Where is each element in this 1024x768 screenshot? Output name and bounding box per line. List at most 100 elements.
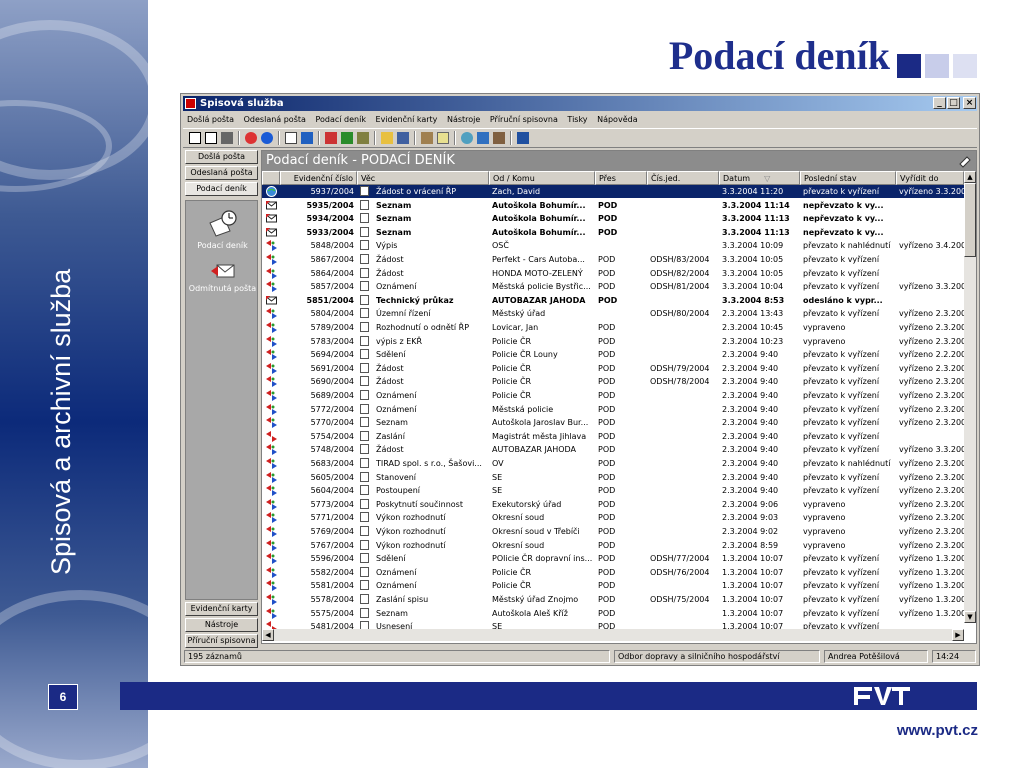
receive-icon[interactable]	[341, 132, 353, 144]
cell-cis-jed: ODSH/83/2004	[650, 255, 710, 264]
horizontal-scrollbar[interactable]: ◀ ▶	[262, 629, 964, 641]
menu-item-prirucni-spisovna[interactable]: Příruční spisovna	[490, 115, 558, 124]
table-row[interactable]: 5933/2004 Seznam Autoškola Bohumír... POD 3.…	[262, 226, 964, 239]
table-row[interactable]: 5867/2004 Žádost Perfekt - Cars Autoba... P…	[262, 253, 964, 266]
table-row[interactable]: 5754/2004 Zaslání Magistrát města Jihlava P…	[262, 430, 964, 443]
sidebar-button-odeslana-posta[interactable]: Odeslaná pošta	[185, 166, 258, 180]
send-icon[interactable]	[325, 132, 337, 144]
table-row[interactable]: 5604/2004 Postoupení SE POD 2.3.2004 9:40 pře…	[262, 484, 964, 497]
table-row[interactable]: 5596/2004 Sdělení POlicie ČR dopravní ins.…	[262, 552, 964, 565]
table-row[interactable]: 5691/2004 Žádost Policie ČR POD ODSH/79/2004…	[262, 362, 964, 375]
list-view-icon[interactable]	[189, 132, 201, 144]
detail-view-icon[interactable]	[205, 132, 217, 144]
book-icon[interactable]	[493, 132, 505, 144]
table-row[interactable]: 5857/2004 Oznámení Městská policie Bystřic…	[262, 280, 964, 293]
website-url[interactable]: www.pvt.cz	[897, 722, 978, 739]
menu-item-dosla-posta[interactable]: Došlá pošta	[187, 115, 234, 124]
table-row[interactable]: 5789/2004 Rozhodnutí o odnětí ŘP Lovicar, …	[262, 321, 964, 334]
open-folder-icon[interactable]	[381, 132, 393, 144]
table-row[interactable]: 5864/2004 Žádost HONDA MOTO-ZELENÝ POD ODSH/…	[262, 267, 964, 280]
sidebar-button-evidencni-karty[interactable]: Evidenční karty	[185, 602, 258, 616]
table-row[interactable]: 5935/2004 Seznam Autoškola Bohumír... POD 3.…	[262, 199, 964, 212]
table-row[interactable]: 5783/2004 výpis z EKŘ Policie ČR POD 2.3.200…	[262, 335, 964, 348]
properties-icon[interactable]	[421, 132, 433, 144]
scroll-down-arrow[interactable]: ▼	[964, 611, 976, 623]
table-row[interactable]: 5769/2004 Výkon rozhodnutí Okresní soud v …	[262, 525, 964, 538]
table-row[interactable]: 5605/2004 Stanovení SE POD 2.3.2004 9:40 přev…	[262, 471, 964, 484]
table-row[interactable]: 5773/2004 Poskytnutí součinnost Exekutorsk…	[262, 498, 964, 511]
menu-item-evidencni-karty[interactable]: Evidenční karty	[376, 115, 438, 124]
table-row[interactable]: 5689/2004 Oznámení Policie ČR POD 2.3.2004 9…	[262, 389, 964, 402]
close-button[interactable]: ×	[963, 97, 976, 109]
menu-item-tisky[interactable]: Tisky	[567, 115, 587, 124]
table-row[interactable]: 5767/2004 Výkon rozhodnutí Okresní soud POD…	[262, 539, 964, 552]
table-row[interactable]: 5770/2004 Seznam Autoškola Jaroslav Bur...…	[262, 416, 964, 429]
print-icon[interactable]	[357, 132, 369, 144]
sidebar-button-podaci-denik[interactable]: Podací deník	[185, 182, 258, 196]
title-square-dark	[897, 54, 921, 78]
column-header-pres[interactable]: Přes	[595, 171, 647, 185]
sidebar-item-odmitnuta-posta[interactable]: Odmítnutá pošta	[186, 284, 259, 293]
rejected-mail-icon[interactable]	[211, 263, 235, 279]
sidebar-button-dosla-posta[interactable]: Došlá pošta	[185, 150, 258, 164]
sidebar-item-podaci-denik[interactable]: Podací deník	[186, 241, 259, 250]
table-row[interactable]: 5851/2004 Technický průkaz AUTOBAZAR JAHOD…	[262, 294, 964, 307]
table-row[interactable]: 5690/2004 Žádost Policie ČR POD ODSH/78/2004…	[262, 375, 964, 388]
clock-letter-icon[interactable]	[208, 209, 238, 237]
table-row[interactable]: 5848/2004 Výpis OSČ 3.3.2004 10:09 převzato …	[262, 239, 964, 252]
cell-vyridit-do: vyřízeno 2.3.2004	[899, 363, 964, 373]
column-header-vec[interactable]: Věc	[357, 171, 489, 185]
document-icon	[360, 281, 369, 292]
search-icon[interactable]	[477, 132, 489, 144]
cell-od-komu: AUTOBAZAR JAHODA	[492, 295, 586, 305]
settings-icon[interactable]	[958, 154, 972, 168]
new-document-icon[interactable]	[285, 132, 297, 144]
table-row[interactable]: 5804/2004 Územní řízení Městský úřad ODSH/8…	[262, 307, 964, 320]
vertical-scroll-thumb[interactable]	[964, 183, 976, 257]
globe-icon[interactable]	[245, 132, 257, 144]
column-header-icon[interactable]	[262, 171, 280, 185]
notes-icon[interactable]	[437, 132, 449, 144]
window-titlebar[interactable]: Spisová služba _ □ ×	[183, 96, 977, 111]
transfer-arrows-icon	[266, 417, 277, 429]
exit-icon[interactable]	[517, 132, 529, 144]
table-row[interactable]: 5772/2004 Oznámení Městská policie POD 2.3.2…	[262, 403, 964, 416]
save-icon[interactable]	[301, 132, 313, 144]
menu-item-nastroje[interactable]: Nástroje	[447, 115, 480, 124]
table-row[interactable]: 5575/2004 Seznam Autoškola Aleš Kříž POD 1.3…	[262, 607, 964, 620]
table-row[interactable]: 5683/2004 TIRAD spol. s r.o., Šašovi... OV…	[262, 457, 964, 470]
transfer-arrows-icon	[266, 566, 277, 578]
folder-icon[interactable]	[221, 132, 233, 144]
column-header-posledni-stav[interactable]: Poslední stav	[800, 171, 896, 185]
scroll-left-arrow[interactable]: ◀	[262, 629, 274, 641]
column-header-vyridit-do[interactable]: Vyřídit do	[896, 171, 964, 185]
table-row[interactable]: 5771/2004 Výkon rozhodnutí Okresní soud POD…	[262, 511, 964, 524]
cell-posledni-stav: převzato k vyřízení	[803, 608, 880, 618]
table-row[interactable]: 5694/2004 Sdělení Policie ČR Louny POD 2.3.2…	[262, 348, 964, 361]
scroll-up-arrow[interactable]: ▲	[964, 171, 976, 183]
menu-item-napoveda[interactable]: Nápověda	[597, 115, 638, 124]
maximize-button[interactable]: □	[947, 97, 960, 109]
table-row[interactable]: 5937/2004 Žádost o vrácení ŘP Zach, David 3…	[262, 185, 964, 198]
menu-item-podaci-denik[interactable]: Podací deník	[315, 115, 366, 124]
refresh-icon[interactable]	[461, 132, 473, 144]
archive-icon[interactable]	[397, 132, 409, 144]
globe-blue-icon[interactable]	[261, 132, 273, 144]
column-header-datum[interactable]: Datum ▽	[719, 171, 800, 185]
table-row[interactable]: 5748/2004 Žádost AUTOBAZAR JAHODA POD 2.3.20…	[262, 443, 964, 456]
column-header-od-komu[interactable]: Od / Komu	[489, 171, 595, 185]
menu-item-odeslana-posta[interactable]: Odeslaná pošta	[244, 115, 306, 124]
table-row[interactable]: 5582/2004 Oznámení Policie ČR POD ODSH/76/20…	[262, 566, 964, 579]
scroll-right-arrow[interactable]: ▶	[952, 629, 964, 641]
sidebar-button-prirucni-spisovna[interactable]: Příruční spisovna	[185, 634, 258, 648]
table-row[interactable]: 5934/2004 Seznam Autoškola Bohumír... POD 3.…	[262, 212, 964, 225]
table-row[interactable]: 5578/2004 Zaslání spisu Městský úřad Znojm…	[262, 593, 964, 606]
minimize-button[interactable]: _	[933, 97, 946, 109]
vertical-scrollbar[interactable]: ▲ ▼	[964, 171, 976, 623]
table-row[interactable]: 5581/2004 Oznámení Policie ČR POD 1.3.2004 1…	[262, 579, 964, 592]
document-icon	[360, 526, 369, 536]
document-icon	[360, 403, 369, 414]
column-header-evidencni-cislo[interactable]: Evidenční číslo	[280, 171, 357, 185]
sidebar-button-nastroje[interactable]: Nástroje	[185, 618, 258, 632]
column-header-cis-jed[interactable]: Čís.jed.	[647, 171, 719, 185]
